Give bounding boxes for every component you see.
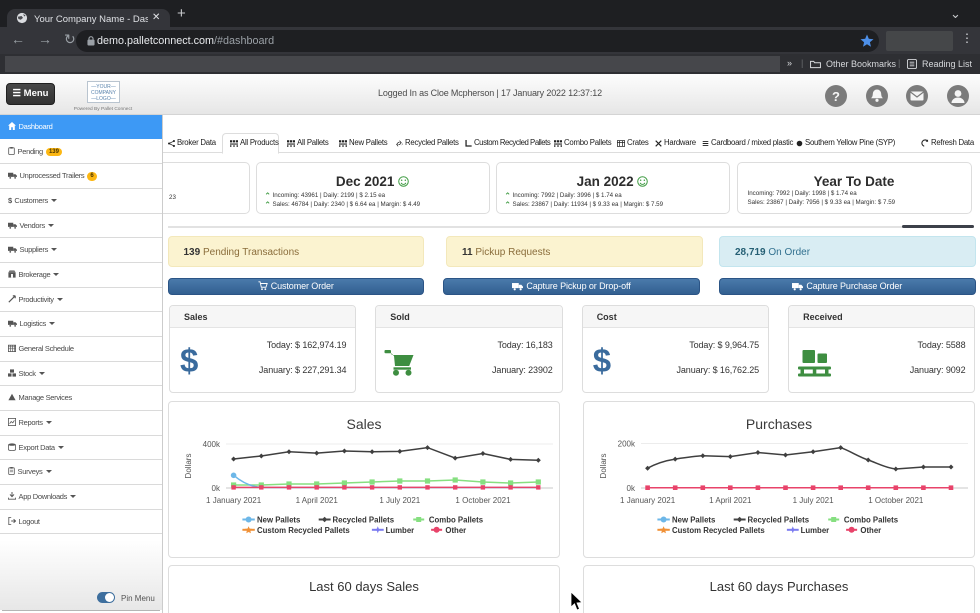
svg-text:Dollars: Dollars [599, 454, 608, 479]
svg-text:Custom Recycled Pallets: Custom Recycled Pallets [257, 526, 350, 535]
svg-text:400k: 400k [203, 440, 221, 449]
svg-text:Recycled Pallets: Recycled Pallets [748, 516, 810, 525]
svg-text:?: ? [832, 89, 840, 104]
svg-text:Lumber: Lumber [801, 526, 830, 535]
svg-text:Other: Other [445, 526, 466, 535]
svg-text:1 April 2021: 1 April 2021 [296, 496, 339, 505]
svg-text:1 April 2021: 1 April 2021 [709, 496, 752, 505]
svg-text:Combo Pallets: Combo Pallets [844, 516, 899, 525]
svg-text:1 October 2021: 1 October 2021 [868, 496, 924, 505]
svg-text:1 January 2021: 1 January 2021 [206, 496, 262, 505]
svg-text:Purchases: Purchases [746, 416, 812, 432]
svg-text:Recycled Pallets: Recycled Pallets [333, 516, 395, 525]
svg-text:0k: 0k [627, 484, 636, 493]
svg-text:0k: 0k [212, 484, 221, 493]
svg-text:Sales: Sales [346, 416, 381, 432]
svg-text:New Pallets: New Pallets [257, 516, 301, 525]
svg-text:1 July 2021: 1 July 2021 [379, 496, 420, 505]
svg-text:1 July 2021: 1 July 2021 [793, 496, 834, 505]
svg-text:Lumber: Lumber [386, 526, 415, 535]
svg-text:Other: Other [860, 526, 881, 535]
svg-text:200k: 200k [618, 440, 636, 449]
svg-text:1 January 2021: 1 January 2021 [620, 496, 676, 505]
svg-text:Dollars: Dollars [184, 454, 193, 479]
svg-text:New Pallets: New Pallets [672, 516, 716, 525]
svg-text:Combo Pallets: Combo Pallets [429, 516, 484, 525]
svg-text:1 October 2021: 1 October 2021 [455, 496, 511, 505]
svg-text:Custom Recycled Pallets: Custom Recycled Pallets [672, 526, 765, 535]
